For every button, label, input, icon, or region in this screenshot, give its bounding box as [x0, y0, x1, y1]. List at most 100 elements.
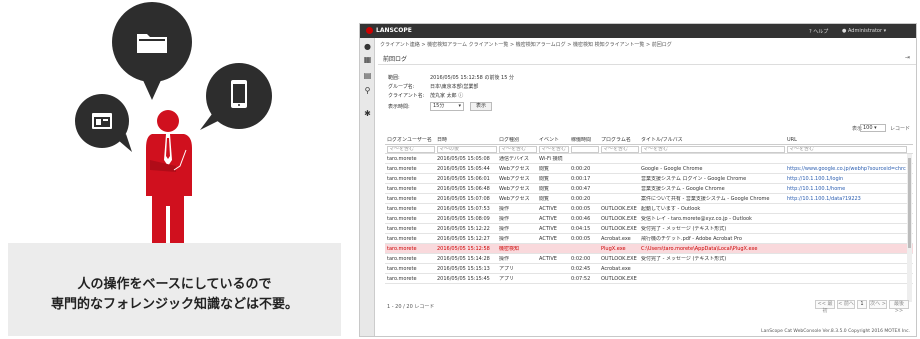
info-icon[interactable]: ⓘ — [458, 93, 463, 99]
gear-icon[interactable]: ✱ — [363, 109, 372, 118]
table-cell: taro.morete — [387, 236, 417, 242]
table-cell: taro.morete — [387, 196, 417, 202]
page-title: 前回ログ — [383, 56, 408, 63]
table-row[interactable]: taro.morete 2016/05/05 15:07:53 操作 ACTIVE 0:… — [385, 204, 913, 214]
table-row[interactable]: taro.morete 2016/05/05 15:07:08 Webアクセス 閲覧 0… — [385, 194, 913, 204]
table-cell[interactable]: http://10.1.100.1/data?19223 — [787, 196, 907, 202]
report-icon[interactable]: ▤ — [363, 71, 372, 80]
pager-prev[interactable]: < 前へ — [837, 300, 855, 309]
table-cell: taro.morete — [387, 186, 417, 192]
table-row[interactable]: taro.morete 2016/05/05 15:08:09 操作 ACTIVE 0:… — [385, 214, 913, 224]
page-size-select[interactable]: 100 ▾ — [860, 124, 886, 132]
filter-input[interactable]: マ〜を含む — [601, 146, 639, 153]
table-cell: 操作 — [499, 236, 510, 242]
scrollbar-thumb[interactable] — [908, 158, 911, 248]
table-cell: 営業支援システム ログイン - Google Chrome — [641, 176, 747, 182]
table-cell: 0:07:52 — [571, 276, 591, 282]
folder-bubble — [112, 2, 192, 100]
caption: 人の操作をベースにしているので 専門的なフォレンジック知識などは不要。 — [8, 275, 341, 315]
help-label: ヘルプ — [813, 29, 829, 35]
show-button[interactable]: 表示 — [470, 102, 492, 111]
person-figure — [146, 110, 192, 258]
export-icon[interactable]: ⇥ — [905, 54, 910, 61]
caption-line1: 人の操作をベースにしているので — [77, 277, 272, 292]
table-cell: 0:00:20 — [571, 196, 591, 202]
filter-input[interactable]: マ〜の後 — [437, 146, 497, 153]
table-cell: 2016/05/05 15:07:08 — [437, 196, 490, 202]
table-row[interactable]: taro.morete 2016/05/05 15:15:13 アプリ 0:02:45… — [385, 264, 913, 274]
table-cell: 2016/05/05 15:08:09 — [437, 216, 490, 222]
column-header[interactable]: 日時 — [437, 137, 497, 143]
table-body: taro.morete 2016/05/05 15:05:08 通信デバイス Wi-F… — [385, 154, 913, 284]
column-header[interactable]: 稼働時間 — [571, 137, 599, 143]
table-cell: ACTIVE — [539, 226, 557, 232]
table-cell: Webアクセス — [499, 176, 530, 182]
log-table: ログオンユーザー名 日時 ログ種別 イベント 稼働時間 プログラム名 タイトル/… — [385, 135, 913, 284]
column-header[interactable]: ログ種別 — [499, 137, 537, 143]
pager-page[interactable]: 1 — [857, 300, 867, 309]
interval-select[interactable]: 15分 ▾ — [430, 102, 464, 111]
table-cell: 2016/05/05 15:05:44 — [437, 166, 490, 172]
pager-next[interactable]: 次へ > — [869, 300, 887, 309]
filter-input[interactable]: マ〜を含む — [499, 146, 537, 153]
table-cell: Acrobat.exe — [601, 266, 631, 272]
table-row[interactable]: taro.morete 2016/05/05 15:12:58 機密検知 PlugX.… — [385, 244, 913, 254]
table-cell: 0:00:46 — [571, 216, 591, 222]
table-row[interactable]: taro.morete 2016/05/05 15:05:44 Webアクセス 閲覧 0… — [385, 164, 913, 174]
pager-first[interactable]: << 最初 — [815, 300, 835, 314]
table-row[interactable]: taro.morete 2016/05/05 15:12:22 操作 ACTIVE 0:… — [385, 224, 913, 234]
client-value: 茂丸家 太郎 ⓘ — [430, 92, 463, 99]
filter-input[interactable]: マ〜を含む — [641, 146, 785, 153]
user-menu[interactable]: ● Administrator ▾ — [842, 28, 886, 34]
column-header[interactable]: イベント — [539, 137, 569, 143]
table-cell: 機密検知 — [499, 246, 520, 252]
table-cell: taro.morete — [387, 206, 417, 212]
copyright: LanScope Cat WebConsole Ver.8.3.5.0 Copy… — [761, 329, 910, 334]
interval-value: 15分 — [433, 103, 445, 109]
table-cell: 2016/05/05 15:05:08 — [437, 156, 490, 162]
column-header[interactable]: URL — [787, 137, 907, 143]
pager-last[interactable]: 最後 >> — [889, 300, 909, 314]
table-cell: 案件について共有 - 営業支援システム - Google Chrome — [641, 196, 770, 202]
table-row[interactable]: taro.morete 2016/05/05 15:12:27 操作 ACTIVE 0:… — [385, 234, 913, 244]
app-window: LANSCOPE ? ヘルプ ● Administrator ▾ ● ▦ ▤ ⚲… — [359, 23, 917, 337]
filter-input[interactable]: マ〜を含む — [387, 146, 435, 153]
top-bar: LANSCOPE ? ヘルプ ● Administrator ▾ — [360, 24, 916, 38]
calendar-icon[interactable]: ▦ — [363, 55, 372, 64]
table-row[interactable]: taro.morete 2016/05/05 15:06:48 Webアクセス 閲覧 0… — [385, 184, 913, 194]
breadcrumb[interactable]: クライアント連絡 > 機密検知アラーム クライアント一覧 > 機密検知アラームロ… — [380, 41, 672, 48]
filter-input[interactable] — [571, 146, 599, 153]
table-row[interactable]: taro.morete 2016/05/05 15:14:28 操作 ACTIVE 0:… — [385, 254, 913, 264]
table-cell[interactable]: http://10.1.100.1/login — [787, 176, 907, 182]
table-cell[interactable]: http://10.1.100.1/home — [787, 186, 907, 192]
table-cell[interactable]: https://www.google.co.jp/webhp?sourceid=… — [787, 166, 907, 172]
help-link[interactable]: ? ヘルプ — [809, 28, 828, 35]
table-row[interactable]: taro.morete 2016/05/05 15:15:45 アプリ 0:07:52… — [385, 274, 913, 284]
table-cell: C:\Users\taro.morete\AppData\Local\PlugX… — [641, 246, 758, 252]
table-cell: 0:00:17 — [571, 176, 591, 182]
back-icon[interactable]: ● — [363, 42, 372, 51]
column-header[interactable]: ログオンユーザー名 — [387, 137, 435, 143]
table-cell: taro.morete — [387, 176, 417, 182]
table-cell: ACTIVE — [539, 216, 557, 222]
table-cell: 2016/05/05 15:15:45 — [437, 276, 490, 282]
record-count: 1 - 20 / 20 レコード — [387, 304, 435, 310]
search-icon[interactable]: ⚲ — [363, 86, 372, 95]
table-row[interactable]: taro.morete 2016/05/05 15:05:08 通信デバイス Wi-F… — [385, 154, 913, 164]
interval-label: 表示時間: — [388, 104, 410, 110]
filter-input[interactable]: マ〜を含む — [787, 146, 907, 153]
filter-input[interactable]: マ〜を含む — [539, 146, 569, 153]
table-cell: ACTIVE — [539, 206, 557, 212]
table-cell: OUTLOOK.EXE — [601, 226, 637, 232]
table-cell: 0:04:15 — [571, 226, 591, 232]
column-header[interactable]: プログラム名 — [601, 137, 639, 143]
table-cell: 2016/05/05 15:12:22 — [437, 226, 490, 232]
column-header[interactable]: タイトル/フルパス — [641, 137, 785, 143]
brand-logo: LANSCOPE — [366, 27, 412, 34]
table-cell: 2016/05/05 15:15:13 — [437, 266, 490, 272]
table-cell: 受付完了 - メッセージ (テキスト形式) — [641, 256, 727, 262]
table-cell: 通信デバイス — [499, 156, 529, 162]
table-cell: 操作 — [499, 206, 510, 212]
table-cell: 2016/05/05 15:06:01 — [437, 176, 490, 182]
table-row[interactable]: taro.morete 2016/05/05 15:06:01 Webアクセス 閲覧 0… — [385, 174, 913, 184]
